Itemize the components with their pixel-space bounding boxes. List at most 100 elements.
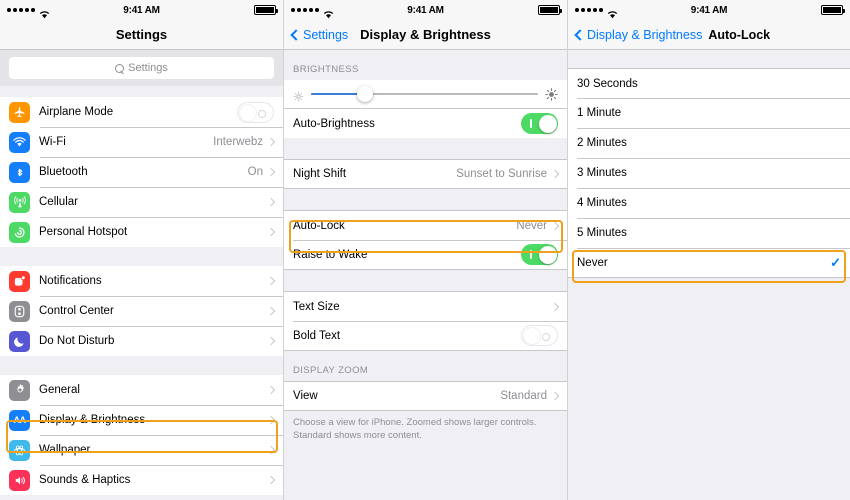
option-label: 30 Seconds xyxy=(577,77,638,90)
chevron-right-icon xyxy=(550,221,560,230)
sun-large-icon xyxy=(545,87,558,101)
row-text-size[interactable]: Text Size xyxy=(284,291,567,321)
row-label: Auto-Brightness xyxy=(293,117,375,130)
section-header-display-zoom: DISPLAY ZOOM xyxy=(284,351,567,381)
list-gap xyxy=(0,247,283,266)
checkmark-icon: ✓ xyxy=(830,254,841,270)
chevron-right-icon xyxy=(266,137,276,147)
chevron-right-icon xyxy=(266,475,276,485)
option-never[interactable]: Never ✓ xyxy=(568,248,850,278)
sidebar-item-label: Airplane Mode xyxy=(39,106,114,118)
group-night-shift: Night Shift Sunset to Sunrise xyxy=(284,159,567,189)
sidebar-item-label: Sounds & Haptics xyxy=(39,474,131,486)
row-control xyxy=(266,385,276,395)
search-container: Settings xyxy=(0,50,283,86)
sidebar-item-label: General xyxy=(39,384,80,396)
option-2-minutes[interactable]: 2 Minutes xyxy=(568,128,850,158)
row-label: Auto-Lock xyxy=(293,219,345,232)
option-5-minutes[interactable]: 5 Minutes xyxy=(568,218,850,248)
brightness-slider[interactable] xyxy=(311,86,538,102)
option-3-minutes[interactable]: 3 Minutes xyxy=(568,158,850,188)
three-panel-screenshot: 9:41 AM Settings Settings Airplane Mode xyxy=(0,0,850,500)
chevron-right-icon xyxy=(266,276,276,286)
row-label: Raise to Wake xyxy=(293,248,368,261)
gear-icon xyxy=(9,379,30,401)
sidebar-item-do-not-disturb[interactable]: Do Not Disturb xyxy=(0,326,283,356)
chevron-right-icon xyxy=(266,385,276,395)
back-button-display-brightness[interactable]: Display & Brightness xyxy=(574,27,703,42)
settings-group-device: General AA Display & Brightness Wallpape… xyxy=(0,375,283,495)
night-shift-value: Sunset to Sunrise xyxy=(456,168,547,180)
sidebar-item-bluetooth[interactable]: Bluetooth On xyxy=(0,157,283,187)
row-control xyxy=(237,101,274,123)
back-button-label: Display & Brightness xyxy=(587,27,703,42)
auto-lock-options-list: 30 Seconds 1 Minute 2 Minutes 3 Minutes … xyxy=(568,68,850,278)
sun-small-icon xyxy=(293,89,304,101)
back-button-settings[interactable]: Settings xyxy=(290,28,348,42)
chevron-right-icon xyxy=(550,391,560,401)
raise-to-wake-toggle[interactable] xyxy=(521,244,558,265)
sidebar-item-wifi[interactable]: Wi-Fi Interwebz xyxy=(0,127,283,157)
status-time-1: 9:41 AM xyxy=(123,4,160,16)
row-auto-brightness[interactable]: Auto-Brightness xyxy=(284,108,567,138)
control-center-icon xyxy=(9,300,30,322)
nav-inline-group: Display & Brightness Auto-Lock xyxy=(574,27,770,42)
auto-brightness-toggle[interactable] xyxy=(521,113,558,134)
chevron-right-icon xyxy=(266,197,276,207)
battery-icon-1 xyxy=(254,5,278,15)
page-title-settings: Settings xyxy=(115,27,168,42)
row-control xyxy=(266,475,276,485)
airplane-mode-toggle[interactable] xyxy=(237,101,274,123)
sidebar-item-control-center[interactable]: Control Center xyxy=(0,296,283,326)
status-bar-2: 9:41 AM xyxy=(284,0,567,20)
row-control xyxy=(266,336,276,346)
slider-thumb[interactable] xyxy=(357,86,374,102)
sidebar-item-sounds-haptics[interactable]: Sounds & Haptics xyxy=(0,465,283,495)
sidebar-item-personal-hotspot[interactable]: Personal Hotspot xyxy=(0,217,283,247)
chevron-right-icon xyxy=(266,227,276,237)
row-control: Standard xyxy=(500,390,560,402)
row-control xyxy=(550,302,560,311)
do-not-disturb-icon xyxy=(9,330,30,352)
row-control xyxy=(521,113,558,134)
sidebar-item-label: Do Not Disturb xyxy=(39,335,115,347)
row-control xyxy=(266,415,276,425)
list-gap xyxy=(284,270,567,291)
status-bar-3: 9:41 AM xyxy=(568,0,850,20)
bluetooth-value: On xyxy=(247,166,263,178)
row-raise-to-wake[interactable]: Raise to Wake xyxy=(284,240,567,270)
chevron-right-icon xyxy=(550,169,560,179)
list-gap xyxy=(568,50,850,68)
sidebar-item-label: Bluetooth xyxy=(39,166,88,178)
row-auto-lock[interactable]: Auto-Lock Never xyxy=(284,210,567,240)
sidebar-item-airplane-mode[interactable]: Airplane Mode xyxy=(0,97,283,127)
sidebar-item-label: Personal Hotspot xyxy=(39,226,128,238)
sidebar-item-notifications[interactable]: Notifications xyxy=(0,266,283,296)
sidebar-item-display-brightness[interactable]: AA Display & Brightness xyxy=(0,405,283,435)
row-night-shift[interactable]: Night Shift Sunset to Sunrise xyxy=(284,159,567,189)
row-control xyxy=(266,276,276,286)
row-control: Interwebz xyxy=(213,136,276,148)
status-bar-1: 9:41 AM xyxy=(0,0,283,20)
battery-icon-2 xyxy=(538,5,562,15)
row-label: Text Size xyxy=(293,300,340,313)
screen-auto-lock: 9:41 AM Display & Brightness Auto-Lock 3… xyxy=(568,0,850,500)
option-4-minutes[interactable]: 4 Minutes xyxy=(568,188,850,218)
airplane-icon xyxy=(9,101,30,123)
bold-text-toggle[interactable] xyxy=(521,325,558,346)
row-bold-text[interactable]: Bold Text xyxy=(284,321,567,351)
sidebar-item-cellular[interactable]: Cellular xyxy=(0,187,283,217)
row-view[interactable]: View Standard xyxy=(284,381,567,411)
search-input[interactable]: Settings xyxy=(9,57,274,79)
sidebar-item-wallpaper[interactable]: Wallpaper xyxy=(0,435,283,465)
option-1-minute[interactable]: 1 Minute xyxy=(568,98,850,128)
row-control xyxy=(266,227,276,237)
sidebar-item-label: Wallpaper xyxy=(39,444,91,456)
option-label: 5 Minutes xyxy=(577,227,627,239)
sidebar-item-general[interactable]: General xyxy=(0,375,283,405)
row-control xyxy=(266,197,276,207)
group-text: Text Size Bold Text xyxy=(284,291,567,351)
option-30-seconds[interactable]: 30 Seconds xyxy=(568,68,850,98)
chevron-right-icon xyxy=(266,167,276,177)
row-control xyxy=(266,445,276,455)
